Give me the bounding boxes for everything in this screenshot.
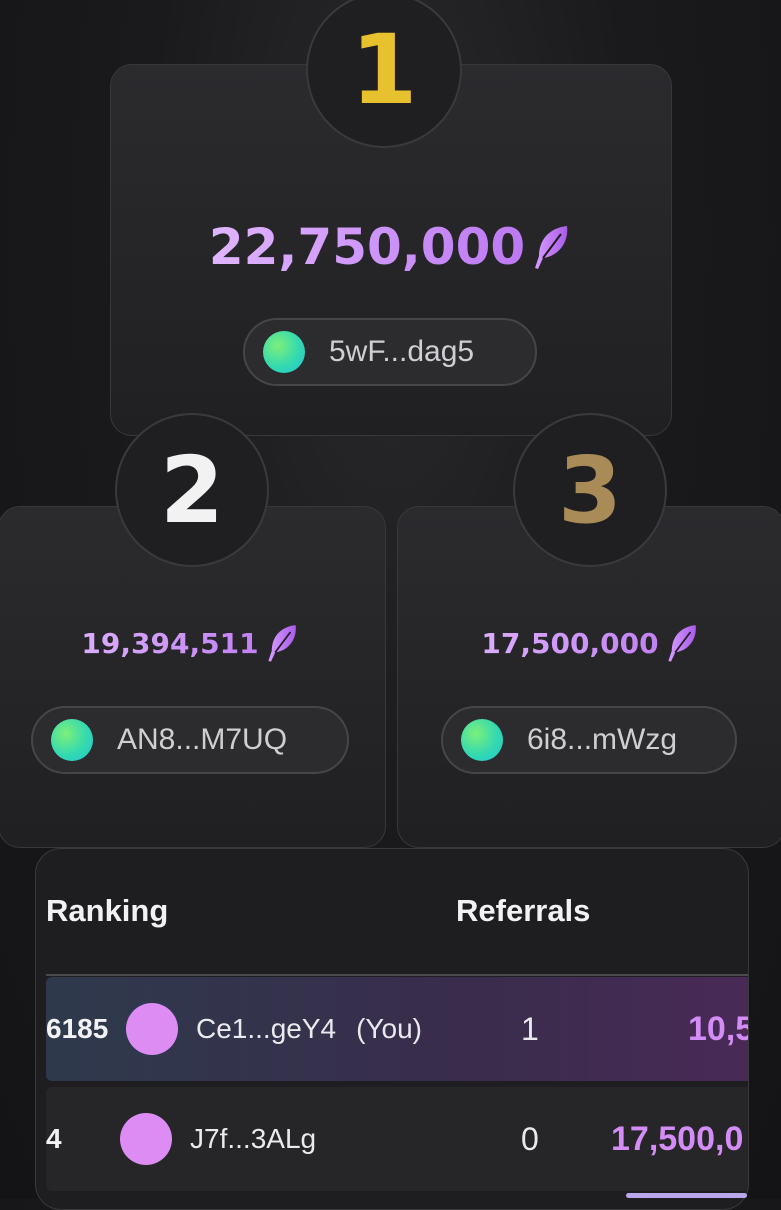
avatar (51, 719, 93, 761)
rank-3-badge: 3 (513, 413, 667, 567)
you-label: (You) (356, 1013, 423, 1044)
podium-3-score: 17,500,000 (440, 618, 740, 668)
podium-2-score: 19,394,511 (40, 618, 340, 668)
podium-3-score-value: 17,500,000 (481, 626, 659, 660)
scroll-indicator[interactable] (626, 1193, 747, 1198)
divider (46, 974, 748, 976)
rank-2-badge: 2 (115, 413, 269, 567)
avatar (461, 719, 503, 761)
podium-1-score-value: 22,750,000 (208, 218, 526, 276)
row-rank: 4 (46, 1123, 62, 1154)
podium-3-address: 6i8...mWzg (527, 723, 678, 756)
row-rank: 6185 (46, 1013, 109, 1044)
column-header-ranking: Ranking (46, 893, 169, 928)
row-referrals: 1 (521, 1010, 539, 1047)
podium-1-address-chip[interactable]: 5wF...dag5 (243, 318, 537, 386)
podium-3-address-chip[interactable]: 6i8...mWzg (441, 706, 737, 774)
avatar (263, 331, 305, 373)
podium-2-address-chip[interactable]: AN8...M7UQ (31, 706, 349, 774)
leaderboard-table[interactable]: Ranking Referrals 6185 Ce1...geY4 (You) … (35, 848, 749, 1210)
feather-icon (531, 224, 571, 270)
podium-2-score-value: 19,394,511 (81, 626, 259, 660)
podium-1-score: 22,750,000 (190, 215, 590, 279)
row-points: 10,5 (688, 1009, 749, 1048)
table-row-you[interactable]: 6185 Ce1...geY4 (You) 1 10,5 (46, 977, 749, 1081)
row-address: Ce1...geY4 (You) (196, 977, 422, 1081)
row-referrals: 0 (521, 1120, 539, 1157)
feather-icon (665, 621, 699, 665)
row-address: J7f...3ALg (190, 1123, 317, 1154)
table-row[interactable]: 4 J7f...3ALg 0 17,500,0 (46, 1087, 748, 1191)
row-points: 17,500,0 (611, 1119, 744, 1158)
feather-icon (265, 621, 299, 665)
avatar (120, 1113, 172, 1165)
avatar (126, 1003, 178, 1055)
podium-2-address: AN8...M7UQ (117, 723, 288, 756)
column-header-referrals: Referrals (456, 893, 591, 928)
row-address-text: Ce1...geY4 (196, 1013, 337, 1044)
podium-1-address: 5wF...dag5 (329, 335, 475, 368)
